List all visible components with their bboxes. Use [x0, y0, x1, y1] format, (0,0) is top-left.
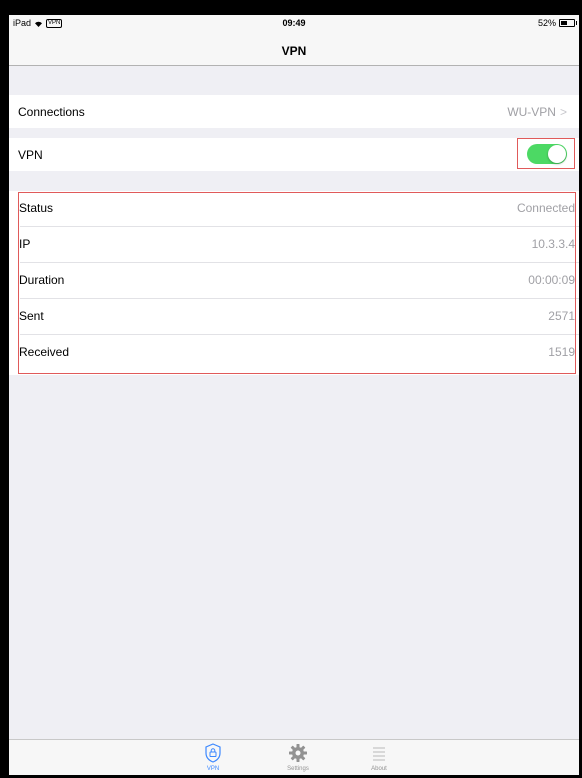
info-row-received: Received 1519 — [9, 335, 579, 371]
battery-icon — [559, 19, 577, 27]
connections-label: Connections — [18, 105, 85, 119]
info-label: Duration — [19, 273, 65, 287]
gear-icon — [289, 744, 307, 762]
vpn-toggle-switch[interactable] — [527, 144, 567, 164]
tab-vpn[interactable]: VPN — [188, 742, 238, 772]
connections-value: WU-VPN > — [507, 105, 567, 119]
info-row-ip: IP 10.3.3.4 — [9, 227, 579, 263]
clock: 09:49 — [282, 18, 306, 28]
info-value: 10.3.3.4 — [531, 237, 575, 251]
tab-label: VPN — [206, 766, 220, 772]
tab-settings[interactable]: Settings — [273, 742, 323, 772]
info-row-status: Status Connected — [9, 191, 579, 227]
battery-percent: 52% — [537, 18, 556, 28]
chevron-right-icon: > — [559, 105, 567, 119]
status-right: 52% — [537, 18, 577, 28]
connections-cell[interactable]: Connections WU-VPN > — [9, 95, 579, 128]
vpn-toggle-label: VPN — [18, 148, 43, 162]
toggle-knob — [548, 145, 566, 163]
connections-selected-name: WU-VPN — [507, 105, 556, 119]
info-label: Received — [19, 345, 70, 359]
info-label: Status — [19, 201, 54, 215]
ipad-screen: iPad VPN 09:49 52% VPN Connections WU-VP… — [9, 15, 579, 775]
info-label: IP — [19, 237, 31, 251]
tab-about[interactable]: About — [354, 742, 404, 772]
info-value: 1519 — [548, 345, 575, 359]
navigation-bar: VPN — [9, 35, 579, 66]
info-value: 00:00:09 — [528, 273, 575, 287]
status-bar: iPad VPN 09:49 52% — [9, 15, 579, 35]
tab-label: About — [371, 766, 387, 772]
shield-lock-icon — [205, 743, 221, 763]
info-row-duration: Duration 00:00:09 — [9, 263, 579, 299]
info-row-sent: Sent 2571 — [9, 299, 579, 335]
connection-info-list: Status Connected IP 10.3.3.4 Duration 00… — [9, 191, 579, 375]
list-icon — [373, 747, 385, 761]
vpn-toggle-cell: VPN — [9, 138, 579, 171]
info-value: Connected — [516, 201, 575, 215]
info-label: Sent — [19, 309, 44, 323]
battery-fill — [561, 21, 568, 25]
info-value: 2571 — [548, 309, 575, 323]
tab-bar: VPN Settings About — [9, 739, 579, 775]
page-title: VPN — [281, 44, 307, 58]
tab-label: Settings — [287, 766, 309, 772]
